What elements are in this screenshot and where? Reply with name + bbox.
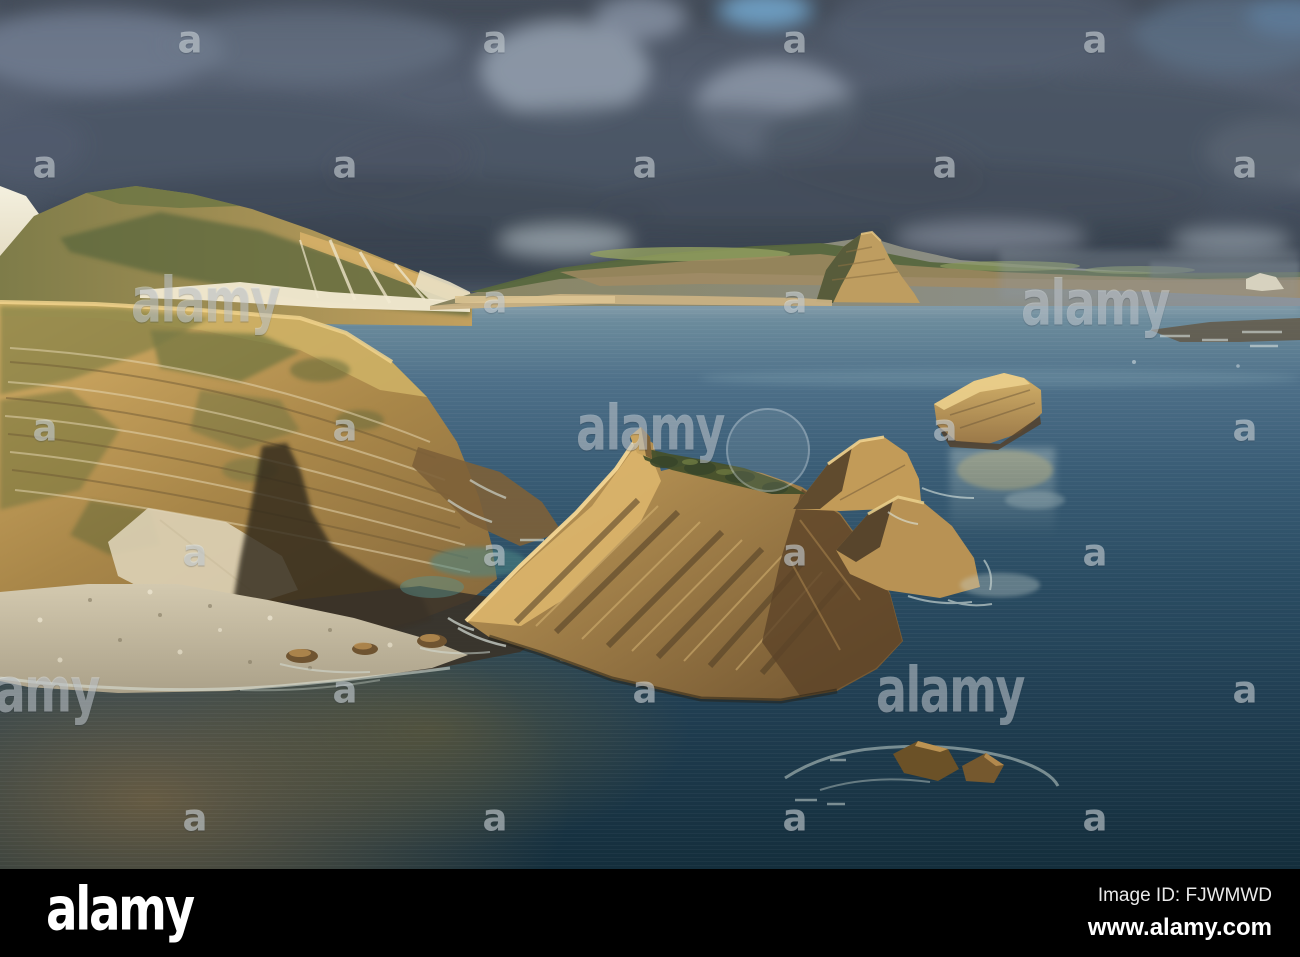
footer-meta: Image ID: FJWMWD www.alamy.com: [1088, 885, 1272, 941]
far-right-sea-stack: [934, 373, 1055, 536]
photo-coastal-landscape: a a a a a a a a a a a a a a a a a a a a a a a a a a alamy alamy alam…: [0, 0, 1300, 869]
alamy-stock-image: a a a a a a a a a a a a a a a a a a a a a a a a a a alamy alamy alam…: [0, 0, 1300, 957]
image-id: Image ID: FJWMWD: [1097, 885, 1272, 906]
landscape-illustration: [0, 0, 1300, 869]
website-url: www.alamy.com: [1087, 913, 1272, 941]
footer-bar: alamy Image ID: FJWMWD www.alamy.com: [0, 869, 1300, 957]
alamy-logo: alamy: [46, 874, 195, 945]
